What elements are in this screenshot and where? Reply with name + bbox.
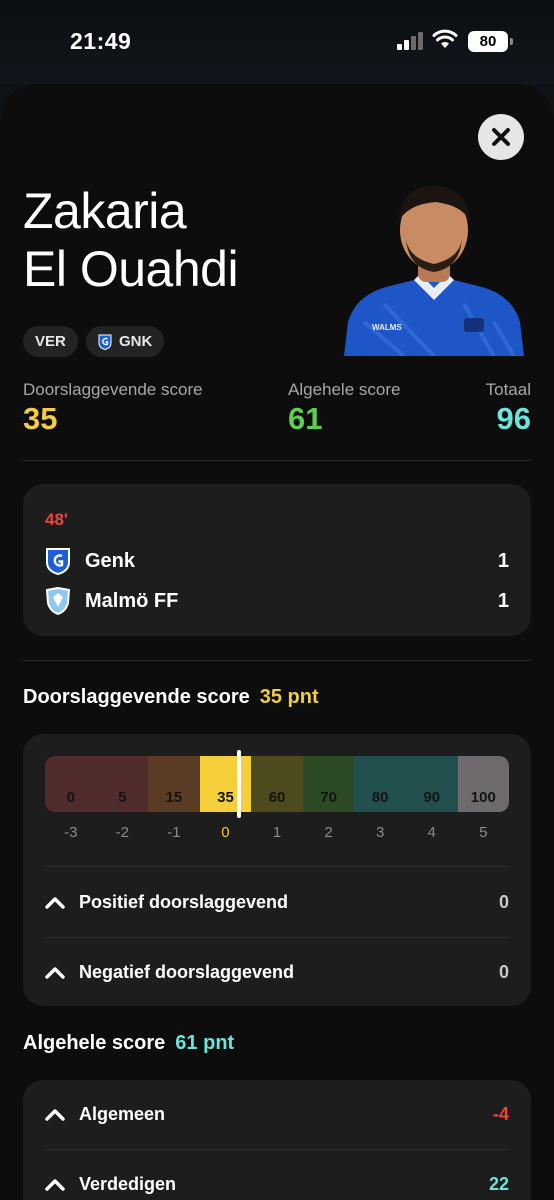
cellular-signal-icon xyxy=(397,32,425,50)
negative-decisive-row[interactable]: Negatief doorslaggevend 0 xyxy=(45,950,509,994)
svg-text:WALMS: WALMS xyxy=(372,323,402,332)
close-icon xyxy=(492,128,510,146)
total-score-value: 96 xyxy=(496,401,531,436)
scale-tick: -3 xyxy=(64,824,78,841)
overall-score-label: Algehele score xyxy=(288,380,401,399)
scale-segment: 0 xyxy=(45,756,97,812)
malmo-crest-icon xyxy=(45,587,71,615)
row-value: 22 xyxy=(488,1173,509,1194)
team-chip[interactable]: GNK xyxy=(86,326,165,357)
chevron-up-icon xyxy=(45,1109,65,1121)
scale-tick: 0 xyxy=(221,824,230,841)
chevron-up-icon xyxy=(45,967,65,979)
scale-segment: 5 xyxy=(96,756,149,812)
scale-segment: 90 xyxy=(405,756,458,812)
team-name: Genk xyxy=(85,549,136,572)
decisive-score-value: 35 xyxy=(23,401,58,436)
scale-ticks: -3 -2 -1 0 1 2 3 4 5 xyxy=(45,824,509,841)
close-button[interactable] xyxy=(478,114,524,160)
player-name: Zakaria El Ouahdi xyxy=(23,182,239,298)
chevron-up-icon xyxy=(45,1179,65,1191)
team-score: 1 xyxy=(497,589,509,612)
team-row-genk: Genk 1 xyxy=(45,546,509,576)
overall-score-card: Algemeen -4 Verdedigen 22 xyxy=(23,1080,531,1200)
wifi-icon xyxy=(432,29,458,48)
row-divider xyxy=(45,937,509,938)
positive-decisive-row[interactable]: Positief doorslaggevend 0 xyxy=(45,880,509,924)
chevron-up-icon xyxy=(45,897,65,909)
scale-tick: 2 xyxy=(324,824,333,841)
scale-segment: 35 xyxy=(199,756,252,812)
scale-tick: -2 xyxy=(115,824,130,841)
row-value: 0 xyxy=(498,891,509,912)
row-divider xyxy=(45,866,509,867)
scale-segment: 60 xyxy=(251,756,303,812)
player-first-name: Zakaria xyxy=(23,183,187,239)
scale-segment: 15 xyxy=(148,756,200,812)
row-label: Positief doorslaggevend xyxy=(79,891,289,912)
player-last-name: El Ouahdi xyxy=(23,241,239,297)
team-name: Malmö FF xyxy=(85,589,179,612)
row-label: Verdedigen xyxy=(79,1173,177,1194)
row-divider xyxy=(45,1149,509,1150)
total-score-summary: Totaal 96 xyxy=(486,380,531,437)
battery-indicator: 80 xyxy=(468,31,513,52)
scale-tick: 3 xyxy=(375,824,385,841)
decisive-section-title: Doorslaggevende score 35 pnt xyxy=(23,686,319,709)
defending-row[interactable]: Verdedigen 22 xyxy=(45,1162,509,1200)
decisive-score-label: Doorslaggevende score xyxy=(23,380,203,399)
row-label: Algemeen xyxy=(79,1103,166,1124)
section-points: 35 pnt xyxy=(259,686,319,708)
row-value: 0 xyxy=(498,961,509,982)
status-bar: 21:49 80 xyxy=(0,0,554,84)
team-row-malmo: Malmö FF 1 xyxy=(45,586,509,616)
player-photo: WALMS xyxy=(344,185,524,356)
score-marker xyxy=(237,750,241,818)
divider xyxy=(23,660,531,661)
score-scale: 0 5 15 35 60 70 80 90 100 xyxy=(45,756,509,812)
team-score: 1 xyxy=(497,549,509,572)
row-value: -4 xyxy=(492,1103,509,1124)
position-chip-label: VER xyxy=(35,333,66,350)
decisive-score-summary: Doorslaggevende score 35 xyxy=(23,380,203,437)
overall-score-value: 61 xyxy=(288,401,323,436)
scale-segment: 100 xyxy=(457,756,509,812)
scale-tick: 1 xyxy=(272,824,282,841)
divider xyxy=(23,460,531,461)
total-score-label: Totaal xyxy=(485,380,531,399)
section-title-text: Algehele score xyxy=(23,1032,166,1054)
section-title-text: Doorslaggevende score xyxy=(23,686,250,708)
match-minute: 48' xyxy=(45,510,68,529)
decisive-score-card: 0 5 15 35 60 70 80 90 100 -3 -2 -1 0 1 2 3 4 5 Positief … xyxy=(23,734,531,1006)
overall-section-title: Algehele score 61 pnt xyxy=(23,1032,234,1055)
general-row[interactable]: Algemeen -4 xyxy=(45,1092,509,1136)
match-card[interactable]: 48' Genk 1 Malmö FF 1 xyxy=(23,484,531,636)
status-time: 21:49 xyxy=(70,28,132,54)
scale-segment: 70 xyxy=(302,756,355,812)
row-label: Negatief doorslaggevend xyxy=(79,961,295,982)
scale-tick: -1 xyxy=(167,824,181,841)
section-points: 61 pnt xyxy=(175,1032,235,1054)
scale-tick: 4 xyxy=(427,824,436,841)
overall-score-summary: Algehele score 61 xyxy=(288,380,400,437)
genk-crest-icon xyxy=(46,548,70,575)
scale-segment: 80 xyxy=(354,756,406,812)
position-chip: VER xyxy=(23,326,78,357)
scale-tick: 5 xyxy=(479,824,488,841)
team-chip-label: GNK xyxy=(119,333,153,350)
genk-crest-icon xyxy=(98,334,112,350)
